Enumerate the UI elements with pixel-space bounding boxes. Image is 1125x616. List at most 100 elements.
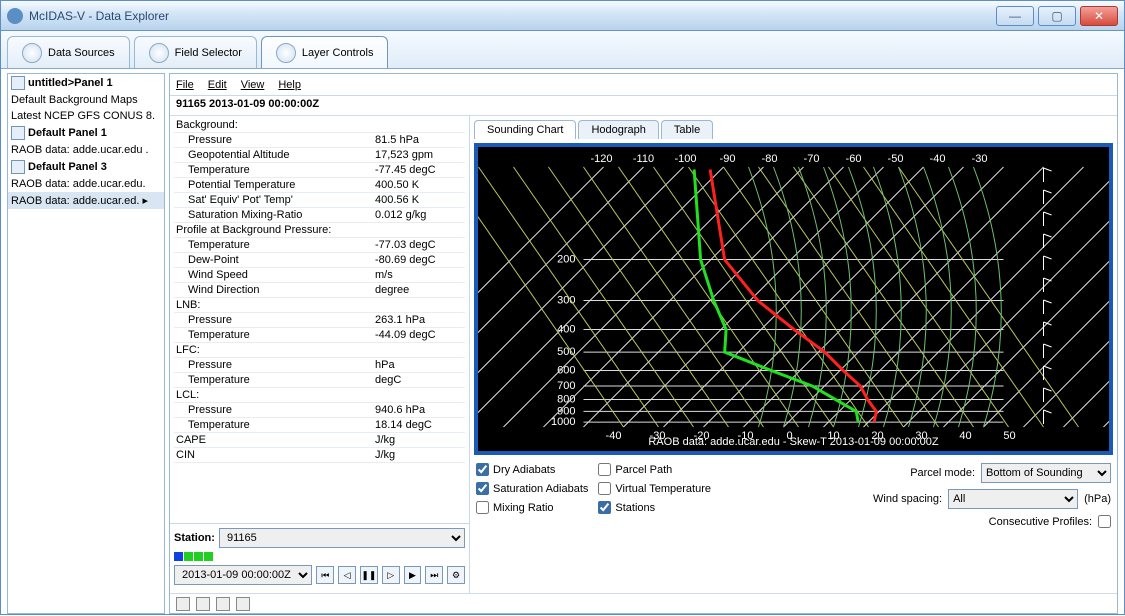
- tree-item-selected[interactable]: RAOB data: adde.ucar.ed. ▸: [8, 192, 164, 209]
- window-titlebar: McIDAS-V - Data Explorer — ▢ ✕: [1, 1, 1124, 31]
- data-label: Temperature: [174, 418, 375, 432]
- app-icon: [7, 8, 23, 24]
- data-label: Background:: [174, 118, 375, 132]
- chk-stations[interactable]: Stations: [598, 501, 711, 514]
- svg-text:-110: -110: [633, 153, 654, 165]
- data-value: 940.6 hPa: [375, 403, 465, 417]
- hand-icon[interactable]: [236, 597, 250, 611]
- data-value: degC: [375, 373, 465, 387]
- tab-hodograph[interactable]: Hodograph: [578, 120, 658, 139]
- data-value: 18.14 degC: [375, 418, 465, 432]
- data-label: Potential Temperature: [174, 178, 375, 192]
- tree-item[interactable]: Latest NCEP GFS CONUS 8.: [8, 108, 164, 124]
- maximize-button[interactable]: ▢: [1038, 6, 1076, 26]
- globe-icon[interactable]: [196, 597, 210, 611]
- data-label: CAPE: [174, 433, 375, 447]
- minimize-button[interactable]: —: [996, 6, 1034, 26]
- menu-view[interactable]: View: [241, 79, 265, 91]
- data-value: m/s: [375, 268, 465, 282]
- menu-edit[interactable]: Edit: [208, 79, 227, 91]
- menu-help[interactable]: Help: [278, 79, 301, 91]
- station-select[interactable]: 91165: [219, 528, 465, 548]
- svg-text:1000: 1000: [551, 416, 575, 428]
- svg-text:200: 200: [557, 254, 575, 266]
- settings-button[interactable]: ⚙: [447, 566, 465, 584]
- skewt-chart[interactable]: 2003004005006007008009001000-40-30-20-10…: [474, 143, 1113, 455]
- tab-table[interactable]: Table: [661, 120, 713, 139]
- svg-text:400: 400: [557, 324, 575, 336]
- data-label: LFC:: [174, 343, 375, 357]
- data-label: LCL:: [174, 388, 375, 402]
- data-value: [375, 298, 465, 312]
- chk-parcel-path[interactable]: Parcel Path: [598, 463, 711, 476]
- progress-cells: [174, 552, 213, 561]
- svg-text:-70: -70: [804, 153, 820, 165]
- first-button[interactable]: ⏮: [316, 566, 334, 584]
- svg-text:-40: -40: [930, 153, 946, 165]
- trash-icon[interactable]: [216, 597, 230, 611]
- chk-saturation-adiabats[interactable]: Saturation Adiabats: [476, 482, 588, 495]
- wind-spacing-label: Wind spacing:: [873, 493, 942, 505]
- wind-spacing-select[interactable]: All: [948, 489, 1078, 509]
- tab-data-sources[interactable]: Data Sources: [7, 36, 130, 68]
- data-value: hPa: [375, 358, 465, 372]
- chk-consecutive[interactable]: [1098, 515, 1111, 528]
- svg-text:-100: -100: [674, 153, 696, 165]
- svg-text:-60: -60: [846, 153, 862, 165]
- home-icon[interactable]: [176, 597, 190, 611]
- svg-text:-90: -90: [720, 153, 736, 165]
- data-value: -44.09 degC: [375, 328, 465, 342]
- parcel-mode-label: Parcel mode:: [910, 467, 975, 479]
- magnifier-icon: [276, 43, 296, 63]
- data-value: [375, 223, 465, 237]
- magnifier-icon: [149, 43, 169, 63]
- chk-mixing-ratio[interactable]: Mixing Ratio: [476, 501, 588, 514]
- parcel-mode-select[interactable]: Bottom of Sounding: [981, 463, 1111, 483]
- data-label: CIN: [174, 448, 375, 462]
- tree-item[interactable]: Default Background Maps: [8, 92, 164, 108]
- data-label: Pressure: [174, 313, 375, 327]
- station-header: 91165 2013-01-09 00:00:00Z: [170, 96, 1117, 116]
- target-icon: [11, 76, 25, 90]
- chk-virtual-temp[interactable]: Virtual Temperature: [598, 482, 711, 495]
- play-button[interactable]: ▷: [382, 566, 400, 584]
- main-tabs: Data Sources Field Selector Layer Contro…: [1, 31, 1124, 69]
- consecutive-label: Consecutive Profiles:: [989, 516, 1092, 528]
- tree-default1[interactable]: Default Panel 1: [28, 127, 107, 139]
- data-value: 400.50 K: [375, 178, 465, 192]
- tab-field-selector[interactable]: Field Selector: [134, 36, 257, 68]
- magnifier-icon: [22, 43, 42, 63]
- data-label: Temperature: [174, 238, 375, 252]
- tab-layer-controls[interactable]: Layer Controls: [261, 36, 389, 68]
- tree-item[interactable]: RAOB data: adde.ucar.edu.: [8, 176, 164, 192]
- svg-text:-80: -80: [762, 153, 778, 165]
- chk-dry-adiabats[interactable]: Dry Adiabats: [476, 463, 588, 476]
- fwd-button[interactable]: ▶: [404, 566, 422, 584]
- rev-button[interactable]: ◁: [338, 566, 356, 584]
- data-label: Dew-Point: [174, 253, 375, 267]
- monitor-icon: [11, 160, 25, 174]
- data-value: 400.56 K: [375, 193, 465, 207]
- layer-tree[interactable]: untitled>Panel 1 Default Background Maps…: [7, 73, 165, 614]
- data-value: degree: [375, 283, 465, 297]
- tree-default3[interactable]: Default Panel 3: [28, 161, 107, 173]
- data-value: J/kg: [375, 433, 465, 447]
- tree-item[interactable]: RAOB data: adde.ucar.edu .: [8, 142, 164, 158]
- tab-sounding-chart[interactable]: Sounding Chart: [474, 120, 576, 139]
- menu-file[interactable]: File: [176, 79, 194, 91]
- last-button[interactable]: ⏭: [425, 566, 443, 584]
- data-label: Geopotential Altitude: [174, 148, 375, 162]
- data-value: [375, 343, 465, 357]
- data-value: J/kg: [375, 448, 465, 462]
- tree-panel1[interactable]: untitled>Panel 1: [28, 77, 113, 89]
- close-button[interactable]: ✕: [1080, 6, 1118, 26]
- chart-tabs: Sounding Chart Hodograph Table: [474, 120, 1113, 139]
- data-label: Pressure: [174, 403, 375, 417]
- pause-button[interactable]: ❚❚: [360, 566, 378, 584]
- monitor-icon: [11, 126, 25, 140]
- data-label: Profile at Background Pressure:: [174, 223, 375, 237]
- svg-text:500: 500: [557, 346, 575, 358]
- wind-spacing-unit: (hPa): [1084, 493, 1111, 505]
- time-select[interactable]: 2013-01-09 00:00:00Z: [174, 565, 312, 585]
- data-value: [375, 388, 465, 402]
